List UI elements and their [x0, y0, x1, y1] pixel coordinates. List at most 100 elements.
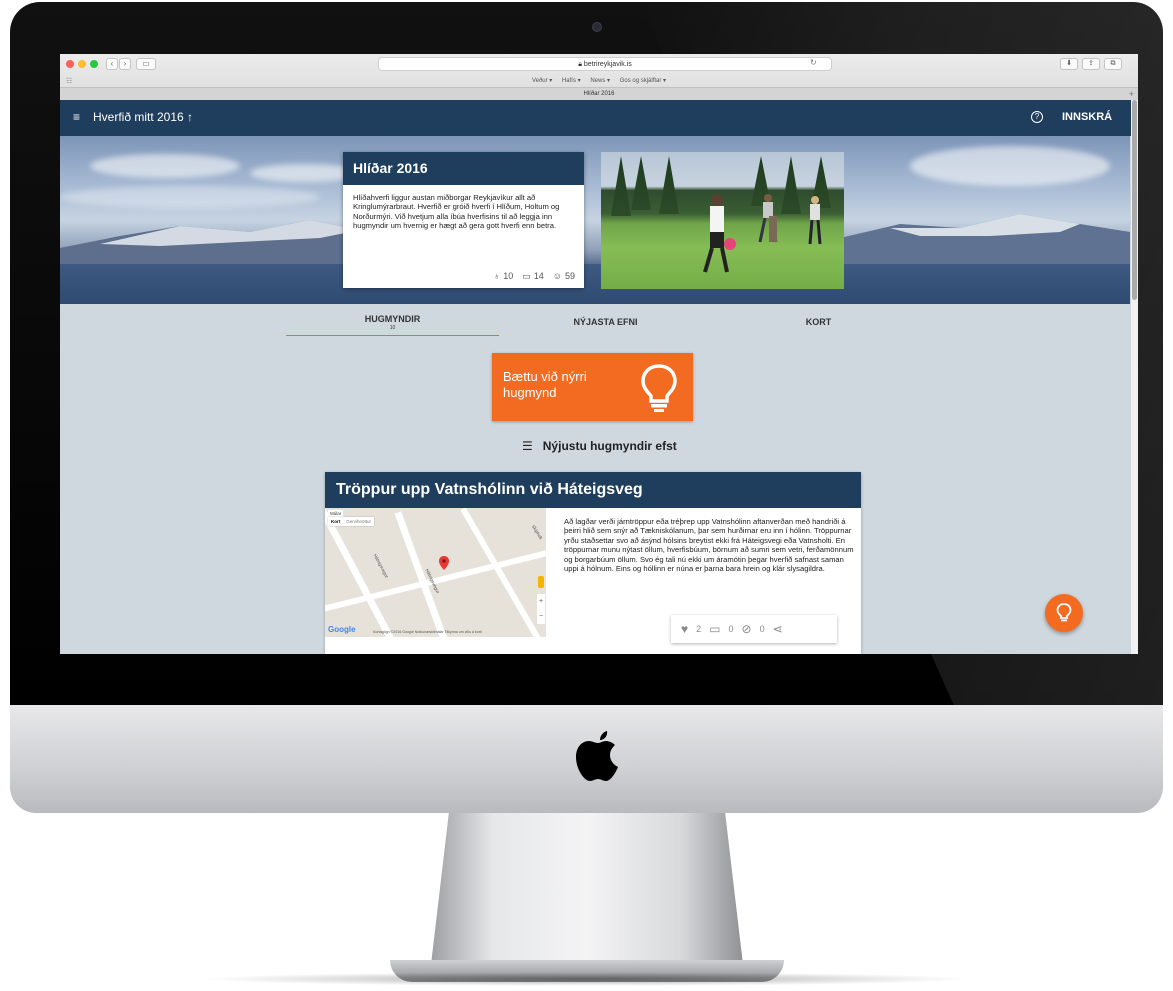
scrollbar-thumb[interactable]	[1132, 100, 1137, 300]
map-type-map-button[interactable]: Kort	[328, 517, 343, 526]
neighborhood-stats: ♁ 10 ▭ 14 ☺ 59	[493, 271, 575, 282]
cloud	[910, 146, 1110, 186]
idea-actions: ♥ 2 ▭ 0 ⊘ 0 ⋖	[671, 615, 837, 643]
scrollbar[interactable]	[1131, 100, 1138, 654]
tab-ideas[interactable]: HUGMYNDIR 10	[286, 314, 499, 336]
idea-title[interactable]: Tröppur upp Vatnshólinn við Háteigsveg	[325, 472, 861, 508]
idea-map[interactable]: Háteigsvegur Háteigsvegur Skipholt Múlar…	[325, 508, 546, 637]
url-text: betrireykjavik.is	[583, 61, 632, 68]
tree	[659, 156, 679, 214]
camera-icon	[592, 22, 602, 32]
favorite-item[interactable]: News ▾	[590, 78, 610, 84]
street-view-icon[interactable]	[538, 576, 544, 588]
share-icon[interactable]: ⋖	[773, 622, 783, 636]
mountains-image	[60, 214, 1130, 266]
sea-image	[60, 264, 1130, 304]
comments-count: 0	[728, 624, 734, 634]
idea-description: Að lagðar verði járntröppur eða tréþrep …	[564, 517, 854, 574]
person-figure	[808, 196, 822, 245]
ideas-count: 10	[503, 271, 514, 281]
zoom-out-button[interactable]: −	[537, 609, 545, 624]
cloud	[60, 186, 320, 208]
favorites-bar: Veður ▾ Hafís ▾ News ▾ Gos og skjálftar …	[60, 75, 1138, 87]
map-road	[325, 508, 400, 637]
ideas-stat: ♁ 10	[493, 271, 513, 282]
zoom-in-button[interactable]: +	[537, 594, 545, 609]
tabs-overview-icon[interactable]: ⧉	[1104, 58, 1122, 70]
dislikes-count: 0	[759, 624, 765, 634]
favorite-item[interactable]: Hafís ▾	[562, 78, 581, 84]
map-pin-icon[interactable]	[439, 556, 449, 570]
add-idea-label: Bættu við nýrri hugmynd	[503, 369, 587, 400]
browser-tab[interactable]: Hlíðar 2016 +	[60, 87, 1138, 100]
comment-icon[interactable]: ▭	[709, 622, 720, 636]
tab-label: HUGMYNDIR	[364, 314, 421, 324]
neighborhood-card: Hlíðar 2016 Hlíðahverfi liggur austan mi…	[343, 152, 584, 288]
google-logo: Google	[328, 625, 356, 634]
tab-map[interactable]: KORT	[712, 314, 925, 336]
map-area-label: Múlar	[328, 510, 344, 517]
tab-title: Hlíðar 2016	[583, 91, 615, 97]
apple-logo-icon	[576, 731, 618, 781]
tab-newest-content[interactable]: NÝJASTA EFNI	[499, 314, 712, 336]
map-type-toggle: Kort Gervihnöttur	[328, 517, 375, 526]
users-stat: ☺ 59	[553, 271, 575, 282]
favorite-item[interactable]: Veður ▾	[532, 78, 552, 84]
favorite-item[interactable]: Gos og skjálftar ▾	[620, 78, 666, 84]
neighborhood-photo	[601, 152, 844, 289]
new-idea-fab[interactable]	[1045, 594, 1083, 632]
lightbulb-icon	[1056, 603, 1072, 622]
filter-icon: ☰	[522, 439, 533, 453]
cloud	[90, 154, 240, 178]
content-tabs: HUGMYNDIR 10 NÝJASTA EFNI KORT	[286, 314, 916, 336]
app-title[interactable]: Hverfið mitt 2016 ↑	[93, 110, 193, 124]
zoom-window-button[interactable]	[90, 60, 98, 68]
stand-shadow	[200, 972, 973, 986]
menu-icon[interactable]: ≡	[73, 111, 84, 123]
minimize-window-button[interactable]	[78, 60, 86, 68]
neighborhood-description: Hlíðahverfi liggur austan miðborgar Reyk…	[353, 193, 560, 231]
likes-count: 2	[696, 624, 702, 634]
sidebar-toggle-icon[interactable]: ▭	[136, 58, 156, 70]
tree	[781, 156, 801, 214]
comment-icon: ▭	[522, 271, 531, 281]
back-button[interactable]: ‹	[106, 58, 118, 70]
arrow-up-icon: ↑	[187, 110, 194, 124]
map-type-satellite-button[interactable]: Gervihnöttur	[343, 517, 374, 526]
hero-banner: Hlíðar 2016 Hlíðahverfi liggur austan mi…	[60, 136, 1130, 304]
lightbulb-icon: ♁	[493, 271, 501, 281]
imac-stand	[430, 813, 744, 973]
add-idea-button[interactable]: Bættu við nýrri hugmynd	[492, 353, 693, 421]
tab-count: 10	[389, 325, 396, 331]
browser-toolbar: ‹ › ▭ 🔒︎ betrireykjavik.is ↻ ⬇ ⇪ ⧉ ☷ Veð…	[60, 54, 1138, 100]
person-figure	[703, 194, 736, 273]
lightbulb-icon	[641, 364, 677, 412]
idea-card[interactable]: Tröppur upp Vatnshólinn við Háteigsveg H…	[325, 472, 861, 654]
login-button[interactable]: INNSKRÁ	[1062, 111, 1112, 123]
close-window-button[interactable]	[66, 60, 74, 68]
users-count: 59	[564, 271, 575, 281]
post	[769, 216, 777, 242]
map-zoom-control: + −	[537, 594, 545, 624]
share-icon[interactable]: ⇪	[1082, 58, 1100, 70]
sort-selector[interactable]: ☰ Nýjustu hugmyndir efst	[522, 439, 677, 453]
screen: ‹ › ▭ 🔒︎ betrireykjavik.is ↻ ⬇ ⇪ ⧉ ☷ Veð…	[60, 54, 1138, 654]
street-label: Háteigsvegur	[372, 553, 390, 579]
map-legal-text: Kortagögn ©2016 Google Notkunarskilmálar…	[373, 630, 482, 634]
map-road	[394, 511, 453, 637]
app-header: ≡ Hverfið mitt 2016 ↑ ? INNSKRÁ	[60, 100, 1138, 136]
reload-icon[interactable]: ↻	[810, 58, 817, 67]
forward-button[interactable]: ›	[119, 58, 131, 70]
neighborhood-title: Hlíðar 2016	[343, 152, 584, 185]
imac-mockup: ‹ › ▭ 🔒︎ betrireykjavik.is ↻ ⬇ ⇪ ⧉ ☷ Veð…	[0, 0, 1173, 991]
dislike-icon[interactable]: ⊘	[742, 622, 752, 636]
download-icon[interactable]: ⬇	[1060, 58, 1078, 70]
tree	[611, 156, 631, 216]
new-tab-icon[interactable]: +	[1129, 88, 1134, 100]
address-bar[interactable]: 🔒︎ betrireykjavik.is	[378, 57, 832, 71]
comments-stat: ▭ 14	[522, 271, 544, 282]
heart-icon[interactable]: ♥	[681, 622, 688, 636]
help-icon[interactable]: ?	[1031, 111, 1043, 123]
street-label: Skipholt	[530, 524, 544, 541]
app-title-text: Hverfið mitt 2016	[93, 110, 184, 124]
